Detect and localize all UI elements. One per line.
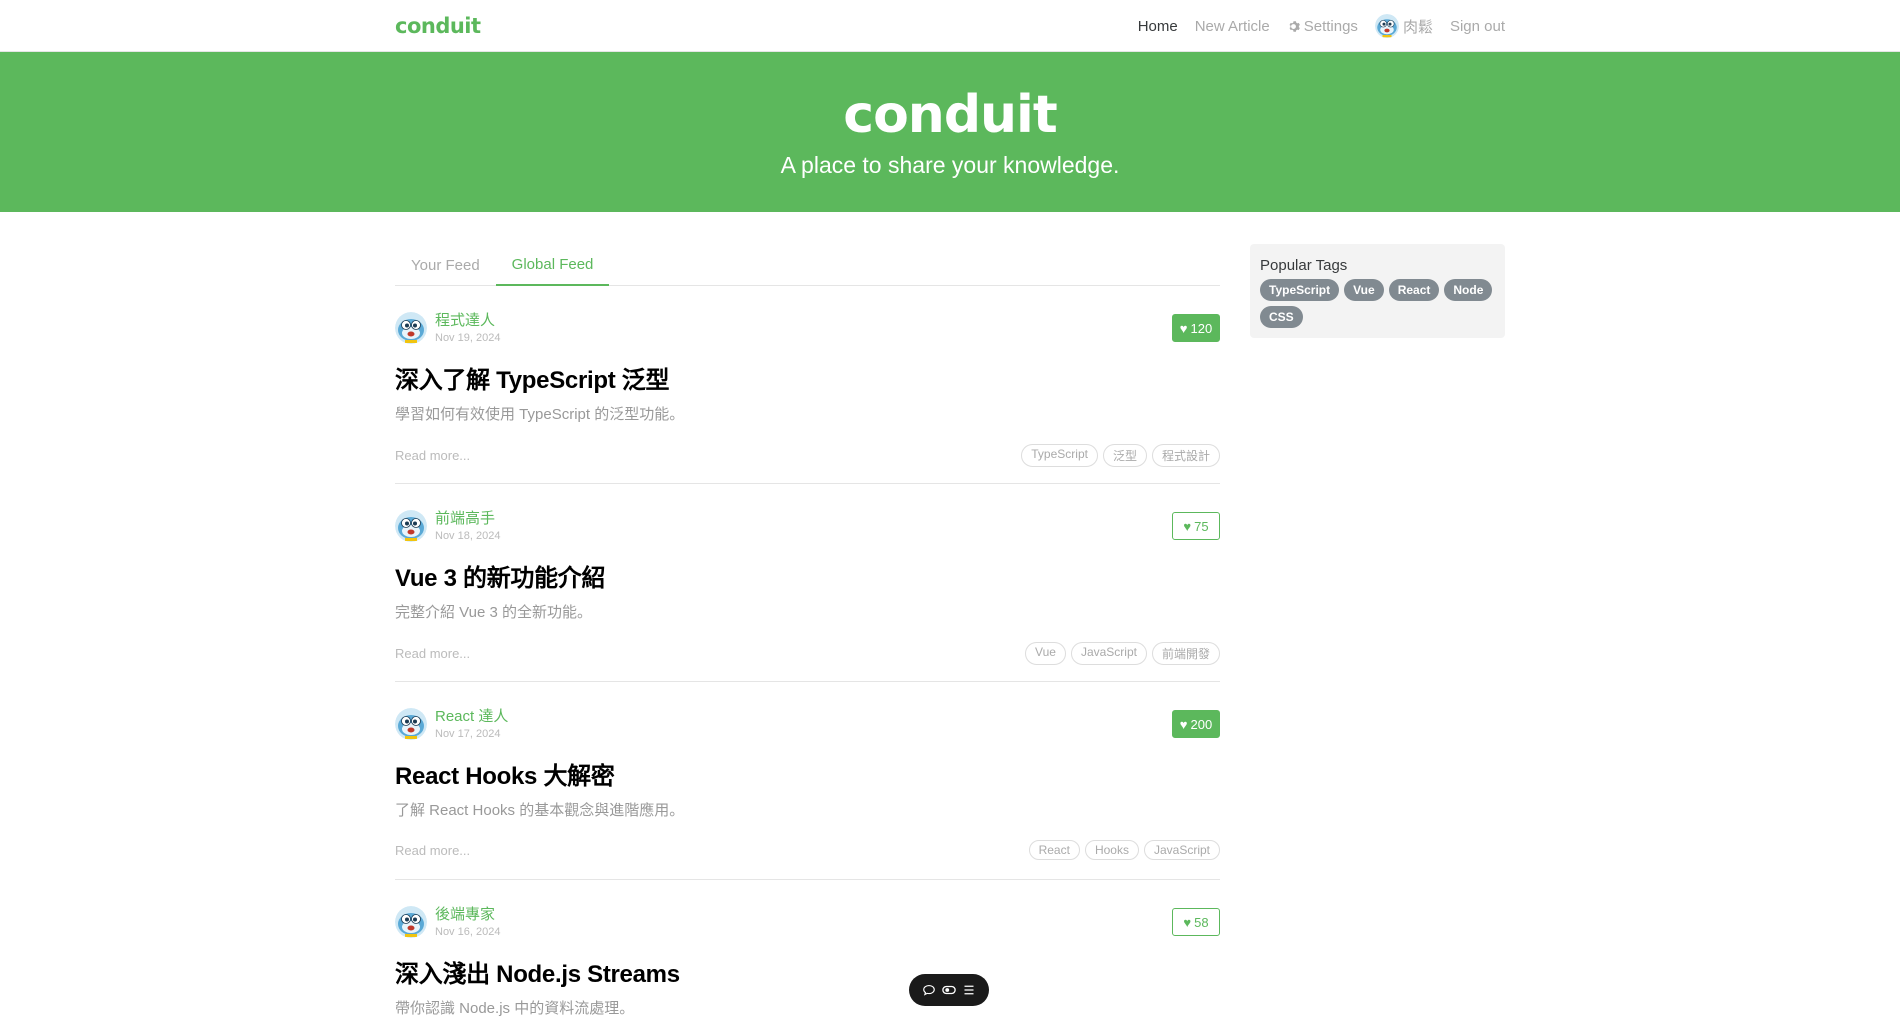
popular-tag[interactable]: CSS <box>1260 306 1303 328</box>
heart-icon: ♥ <box>1183 914 1192 930</box>
banner-title: conduit <box>843 84 1057 145</box>
feed-column: Your Feed Global Feed 程式達人 Nov 19, 2024 … <box>395 244 1220 1032</box>
author-avatar[interactable] <box>395 906 427 938</box>
read-more-link[interactable]: Read more... <box>395 448 470 463</box>
floating-toolbar <box>909 974 989 1006</box>
article-tag[interactable]: 泛型 <box>1102 444 1147 467</box>
brand-logo[interactable]: conduit <box>395 14 481 38</box>
article-tag[interactable]: React <box>1028 840 1080 860</box>
article-tag[interactable]: Hooks <box>1084 840 1139 860</box>
article-tag-list: React Hooks JavaScript <box>1028 840 1220 860</box>
user-avatar <box>1375 14 1399 38</box>
author-avatar[interactable] <box>395 510 427 542</box>
article-description: 學習如何有效使用 TypeScript 的泛型功能。 <box>395 406 685 423</box>
article-meta: 程式達人 Nov 19, 2024 ♥ 120 <box>395 312 1220 344</box>
article-tag[interactable]: 程式設計 <box>1151 444 1220 467</box>
heart-icon: ♥ <box>1179 320 1188 336</box>
article-meta: 後端專家 Nov 16, 2024 ♥ 58 <box>395 906 1220 938</box>
author-block: 程式達人 Nov 19, 2024 <box>395 312 500 344</box>
tag-cloud: TypeScript Vue React Node CSS <box>1260 279 1495 328</box>
tab-global-feed[interactable]: Global Feed <box>495 244 610 286</box>
article-tag[interactable]: Vue <box>1025 642 1066 665</box>
article-title[interactable]: 深入淺出 Node.js Streams <box>395 954 1220 989</box>
top-navbar: conduit Home New Article Settings 肉鬆 Sig… <box>0 0 1900 52</box>
article-tag[interactable]: JavaScript <box>1070 642 1147 665</box>
menu-icon[interactable] <box>962 983 976 997</box>
article-tag-list: TypeScript 泛型 程式設計 <box>1021 444 1220 467</box>
article-preview: 前端高手 Nov 18, 2024 ♥ 75 Vue 3 的新功能介紹 完整介紹… <box>395 484 1220 682</box>
author-name[interactable]: 後端專家 <box>435 906 500 924</box>
article-date: Nov 16, 2024 <box>435 926 501 938</box>
heart-icon: ♥ <box>1183 518 1192 534</box>
favorite-button[interactable]: ♥ 58 <box>1172 908 1220 936</box>
nav-new-article-link[interactable]: New Article <box>1195 18 1270 35</box>
author-block: 前端高手 Nov 18, 2024 <box>395 510 500 542</box>
article-footer: Read more... React Hooks JavaScript <box>395 840 1220 860</box>
nav-username: 肉鬆 <box>1402 18 1433 36</box>
sidebar-column: Popular Tags TypeScript Vue React Node C… <box>1250 244 1505 1032</box>
article-footer: Read more... TypeScript 泛型 程式設計 <box>395 444 1220 467</box>
article-date: Nov 19, 2024 <box>435 332 501 344</box>
page-container: Your Feed Global Feed 程式達人 Nov 19, 2024 … <box>395 212 1505 1032</box>
read-more-link[interactable]: Read more... <box>395 646 470 661</box>
author-avatar[interactable] <box>395 312 427 344</box>
nav-home-link[interactable]: Home <box>1138 18 1178 35</box>
article-title[interactable]: React Hooks 大解密 <box>395 756 1220 791</box>
article-tag[interactable]: JavaScript <box>1143 840 1220 860</box>
favorite-count: 120 <box>1190 320 1213 336</box>
favorite-button[interactable]: ♥ 75 <box>1172 512 1220 540</box>
article-preview: React 達人 Nov 17, 2024 ♥ 200 React Hooks … <box>395 682 1220 880</box>
popular-tags-panel: Popular Tags TypeScript Vue React Node C… <box>1250 244 1505 338</box>
author-name[interactable]: 前端高手 <box>435 510 500 528</box>
author-info: React 達人 Nov 17, 2024 <box>435 708 508 740</box>
heart-icon: ♥ <box>1179 716 1188 732</box>
article-footer: Read more... Vue JavaScript 前端開發 <box>395 642 1220 665</box>
article-date: Nov 18, 2024 <box>435 530 501 542</box>
author-info: 前端高手 Nov 18, 2024 <box>435 510 500 542</box>
read-more-link[interactable]: Read more... <box>395 843 470 858</box>
popular-tag[interactable]: Vue <box>1344 279 1384 301</box>
article-description: 了解 React Hooks 的基本觀念與進階應用。 <box>395 802 685 819</box>
article-tag[interactable]: TypeScript <box>1021 444 1098 467</box>
article-title[interactable]: Vue 3 的新功能介紹 <box>395 558 1220 593</box>
popular-tag[interactable]: Node <box>1444 279 1493 301</box>
author-block: React 達人 Nov 17, 2024 <box>395 708 508 740</box>
nav-sign-out-link[interactable]: Sign out <box>1450 18 1505 35</box>
nav-profile-link[interactable]: 肉鬆 <box>1375 14 1433 38</box>
nav-links: Home New Article Settings 肉鬆 Sign out <box>1138 14 1505 38</box>
favorite-count: 200 <box>1190 716 1213 732</box>
gear-icon <box>1289 20 1300 32</box>
author-info: 程式達人 Nov 19, 2024 <box>435 312 500 344</box>
popular-tag[interactable]: React <box>1388 279 1440 301</box>
popular-tag[interactable]: TypeScript <box>1260 279 1340 301</box>
favorite-button[interactable]: ♥ 120 <box>1172 314 1220 342</box>
comment-icon[interactable] <box>922 983 936 997</box>
article-tag-list: Vue JavaScript 前端開發 <box>1025 642 1220 665</box>
toggle-icon[interactable] <box>942 983 956 997</box>
author-block: 後端專家 Nov 16, 2024 <box>395 906 500 938</box>
author-name[interactable]: 程式達人 <box>435 312 500 330</box>
favorite-count: 58 <box>1194 914 1209 930</box>
author-avatar[interactable] <box>395 708 427 740</box>
nav-settings-link[interactable]: Settings <box>1287 18 1358 35</box>
banner-subtitle: A place to share your knowledge. <box>780 152 1120 179</box>
article-preview: 程式達人 Nov 19, 2024 ♥ 120 深入了解 TypeScript … <box>395 286 1220 484</box>
article-meta: React 達人 Nov 17, 2024 ♥ 200 <box>395 708 1220 740</box>
popular-tags-title: Popular Tags <box>1260 257 1348 274</box>
favorite-count: 75 <box>1194 518 1209 534</box>
author-name[interactable]: React 達人 <box>435 708 508 726</box>
article-preview: 後端專家 Nov 16, 2024 ♥ 58 深入淺出 Node.js Stre… <box>395 880 1220 1032</box>
tab-your-feed[interactable]: Your Feed <box>395 244 496 286</box>
hero-banner: conduit A place to share your knowledge. <box>0 52 1900 212</box>
article-date: Nov 17, 2024 <box>435 728 501 740</box>
feed-tabs: Your Feed Global Feed <box>395 244 1220 286</box>
author-info: 後端專家 Nov 16, 2024 <box>435 906 500 938</box>
article-description: 完整介紹 Vue 3 的全新功能。 <box>395 604 592 621</box>
article-description: 帶你認識 Node.js 中的資料流處理。 <box>395 1000 635 1017</box>
article-tag[interactable]: 前端開發 <box>1151 642 1220 665</box>
article-title[interactable]: 深入了解 TypeScript 泛型 <box>395 360 1220 395</box>
article-meta: 前端高手 Nov 18, 2024 ♥ 75 <box>395 510 1220 542</box>
favorite-button[interactable]: ♥ 200 <box>1172 710 1220 738</box>
nav-settings-label: Settings <box>1303 17 1358 35</box>
